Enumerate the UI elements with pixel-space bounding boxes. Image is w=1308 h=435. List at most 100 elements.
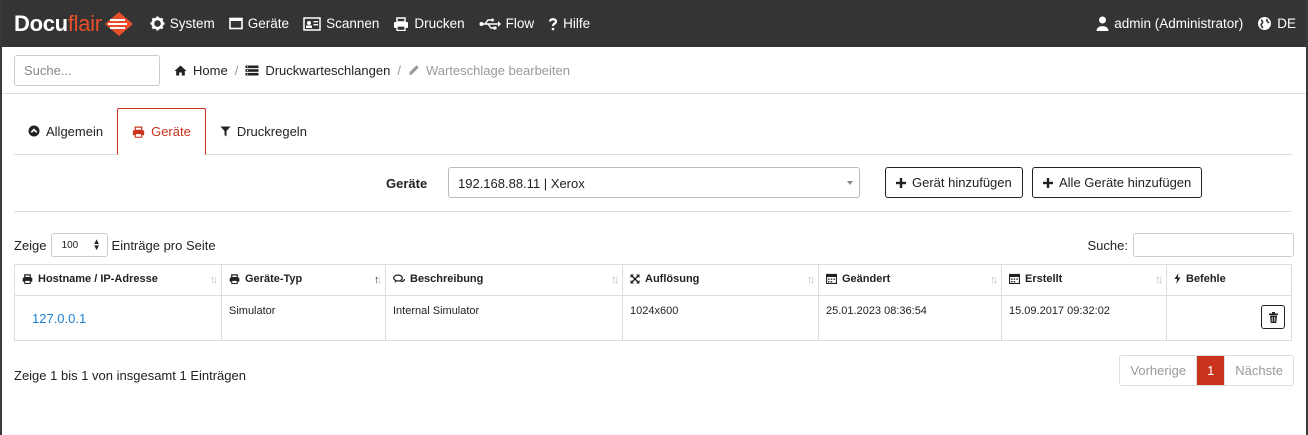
sort-icon: ↑↓ — [611, 274, 616, 286]
show-suffix: Einträge pro Seite — [112, 238, 216, 253]
nav-flow-label: Flow — [506, 16, 535, 31]
table-info: Zeige 1 bis 1 von insgesamt 1 Einträgen — [14, 368, 246, 383]
table-header-row: Hostname / IP-Adresse ↑↓ Geräte-Typ ↑↓ B… — [15, 265, 1292, 296]
page-length-value: 100 — [62, 240, 79, 251]
page-1-button[interactable]: 1 — [1196, 356, 1224, 385]
breadcrumb: Home / Druckwarteschlangen / Warteschlag… — [174, 63, 570, 78]
col-hostname[interactable]: Hostname / IP-Adresse ↑↓ — [15, 265, 222, 296]
caret-down-icon — [847, 181, 853, 185]
language-switcher[interactable]: DE — [1257, 16, 1296, 31]
printer-icon — [22, 274, 33, 284]
cell-host[interactable]: 127.0.0.1 — [15, 296, 222, 341]
cell-type: Simulator — [222, 296, 386, 341]
cell-commands — [1167, 296, 1292, 341]
table-row: 127.0.0.1 Simulator Internal Simulator 1… — [15, 296, 1292, 341]
docuflair-logo[interactable]: Docuflair — [14, 0, 134, 47]
col-type-label: Geräte-Typ — [245, 273, 302, 285]
chevron-up-circle-icon — [28, 125, 40, 137]
global-search-input[interactable] — [14, 55, 160, 86]
col-created-label: Erstellt — [1025, 273, 1062, 285]
col-geraete-typ[interactable]: Geräte-Typ ↑↓ — [222, 265, 386, 296]
logo-text-part2: flair — [68, 11, 102, 37]
trash-icon — [1269, 312, 1278, 323]
nav-system-label: System — [170, 16, 215, 31]
breadcrumb-bar: Home / Druckwarteschlangen / Warteschlag… — [2, 47, 1306, 94]
user-menu[interactable]: admin (Administrator) — [1096, 16, 1243, 31]
bolt-icon — [1174, 273, 1181, 284]
devices-label: Geräte — [386, 176, 427, 191]
top-navbar: Docuflair System Geräte Scannen Drucken … — [2, 0, 1306, 47]
usb-icon — [479, 18, 501, 30]
breadcrumb-current-label: Warteschlage bearbeiten — [426, 63, 570, 78]
tab-geraete[interactable]: Geräte — [117, 108, 206, 155]
globe-icon — [1257, 16, 1272, 31]
tab-druckregeln[interactable]: Druckregeln — [206, 108, 321, 154]
add-device-label: Gerät hinzufügen — [912, 175, 1012, 190]
col-geaendert[interactable]: Geändert ↑↓ — [819, 265, 1002, 296]
col-beschreibung[interactable]: Beschreibung ↑↓ — [386, 265, 623, 296]
nav-drucken[interactable]: Drucken — [393, 16, 464, 31]
nav-scannen[interactable]: Scannen — [303, 16, 379, 31]
nav-geraete-label: Geräte — [248, 16, 289, 31]
prev-page-button[interactable]: Vorherige — [1120, 356, 1196, 385]
nav-scannen-label: Scannen — [326, 16, 379, 31]
device-select-value: 192.168.88.11 | Xerox — [458, 176, 585, 191]
add-all-devices-label: Alle Geräte hinzufügen — [1059, 175, 1191, 190]
col-befehle: Befehle — [1167, 265, 1292, 296]
nav-geraete[interactable]: Geräte — [229, 16, 289, 31]
scan-card-icon — [303, 17, 321, 31]
logo-mark-icon — [104, 11, 134, 37]
sort-asc-icon: ↑↓ — [374, 274, 379, 286]
printer-icon — [393, 17, 409, 31]
page-length-select[interactable]: 100 ▲▼ — [51, 233, 108, 257]
cell-changed: 25.01.2023 08:36:54 — [819, 296, 1002, 341]
gear-icon — [150, 16, 165, 31]
nav-system[interactable]: System — [150, 16, 215, 31]
table-search-label: Suche: — [1088, 238, 1128, 253]
pagination: Vorherige 1 Nächste — [1119, 355, 1294, 386]
user-name: admin (Administrator) — [1114, 16, 1243, 31]
calendar-icon — [826, 273, 837, 284]
col-erstellt[interactable]: Erstellt ↑↓ — [1002, 265, 1167, 296]
plus-icon — [896, 178, 906, 188]
device-select[interactable]: 192.168.88.11 | Xerox — [448, 167, 860, 198]
home-icon — [174, 65, 187, 76]
add-all-devices-button[interactable]: Alle Geräte hinzufügen — [1032, 167, 1202, 198]
table-search-input[interactable] — [1133, 233, 1294, 257]
breadcrumb-separator: / — [235, 63, 239, 78]
col-aufloesung[interactable]: Auflösung ↑↓ — [623, 265, 819, 296]
col-commands-label: Befehle — [1186, 273, 1226, 285]
breadcrumb-home[interactable]: Home — [174, 63, 228, 78]
plus-icon — [1043, 178, 1053, 188]
col-changed-label: Geändert — [842, 273, 890, 285]
expand-icon — [630, 274, 640, 284]
host-link[interactable]: 127.0.0.1 — [32, 311, 86, 326]
logo-text-part1: Docu — [14, 11, 68, 37]
nav-hilfe[interactable]: Hilfe — [548, 16, 590, 31]
table-search: Suche: — [1088, 233, 1294, 257]
breadcrumb-current: Warteschlage bearbeiten — [408, 63, 570, 78]
printer-icon — [229, 274, 240, 284]
delete-button[interactable] — [1261, 305, 1285, 329]
breadcrumb-queues-label: Druckwarteschlangen — [265, 63, 390, 78]
page-length-control: Zeige 100 ▲▼ Einträge pro Seite — [14, 233, 216, 257]
nav-drucken-label: Drucken — [414, 16, 464, 31]
sort-icon: ↑↓ — [1155, 274, 1160, 286]
next-page-button[interactable]: Nächste — [1224, 356, 1293, 385]
queue-icon — [245, 65, 259, 76]
cell-created: 15.09.2017 09:32:02 — [1002, 296, 1167, 341]
breadcrumb-druckwarteschlangen[interactable]: Druckwarteschlangen — [245, 63, 390, 78]
tab-geraete-label: Geräte — [151, 124, 191, 139]
cell-resolution: 1024x600 — [623, 296, 819, 341]
calendar-icon — [1009, 273, 1020, 284]
question-icon — [548, 17, 558, 31]
pencil-icon — [408, 64, 420, 76]
filter-icon — [220, 126, 231, 137]
device-selection-row: Geräte 192.168.88.11 | Xerox Gerät hinzu… — [14, 156, 1292, 212]
add-device-button[interactable]: Gerät hinzufügen — [885, 167, 1023, 198]
tab-bar: Allgemein Geräte Druckregeln — [14, 108, 1292, 155]
col-description-label: Beschreibung — [410, 273, 483, 285]
show-prefix: Zeige — [14, 238, 47, 253]
tab-allgemein[interactable]: Allgemein — [14, 108, 117, 154]
nav-flow[interactable]: Flow — [479, 16, 535, 31]
